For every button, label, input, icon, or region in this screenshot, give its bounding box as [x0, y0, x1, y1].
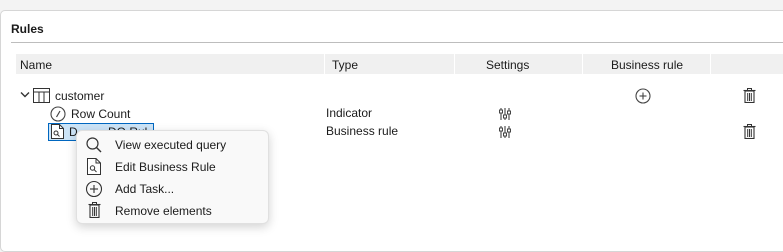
type-cell: Indicator: [326, 106, 373, 120]
rule-document-icon: [87, 158, 101, 175]
trash-icon[interactable]: [743, 124, 756, 139]
menu-item-add-task[interactable]: Add Task...: [81, 178, 264, 200]
column-header-name[interactable]: Name: [20, 58, 52, 72]
menu-item-label: Remove elements: [115, 204, 212, 218]
add-circle-icon: [85, 180, 103, 198]
menu-item-view-executed-query[interactable]: View executed query: [81, 134, 264, 156]
search-icon: [85, 136, 103, 154]
menu-item-remove-elements[interactable]: Remove elements: [81, 200, 264, 222]
menu-item-label: Edit Business Rule: [115, 160, 216, 174]
type-cell: Business rule: [326, 124, 399, 138]
menu-item-label: View executed query: [115, 138, 227, 152]
gauge-icon: [50, 106, 66, 122]
tree-item-label: Row Count: [71, 107, 131, 121]
column-separator: [582, 54, 583, 74]
column-header-settings[interactable]: Settings: [486, 58, 529, 72]
column-header-business-rule[interactable]: Business rule: [611, 58, 683, 72]
tree-item-label: customer: [55, 89, 105, 103]
trash-icon: [88, 202, 101, 218]
tree-row-customer[interactable]: customer: [16, 87, 783, 105]
column-separator: [710, 54, 711, 74]
settings-sliders-icon[interactable]: [498, 125, 512, 139]
panel-title: Rules: [11, 22, 44, 36]
table-icon: [33, 88, 50, 103]
panel-divider: [11, 42, 783, 43]
grid-header: Name Type Settings Business rule: [16, 54, 783, 74]
rule-document-icon: [51, 124, 64, 139]
column-header-type[interactable]: Type: [332, 58, 358, 72]
column-separator: [454, 54, 455, 74]
chevron-down-icon[interactable]: [20, 91, 30, 99]
settings-sliders-icon[interactable]: [498, 107, 512, 121]
column-separator: [324, 54, 325, 74]
tree-row-row-count[interactable]: Row Count Indicator: [16, 105, 783, 123]
trash-icon[interactable]: [743, 88, 756, 103]
add-circle-icon[interactable]: [635, 88, 651, 104]
menu-item-label: Add Task...: [115, 182, 175, 196]
menu-item-edit-business-rule[interactable]: Edit Business Rule: [81, 156, 264, 178]
context-menu: View executed query Edit Business Rule A…: [76, 130, 269, 224]
